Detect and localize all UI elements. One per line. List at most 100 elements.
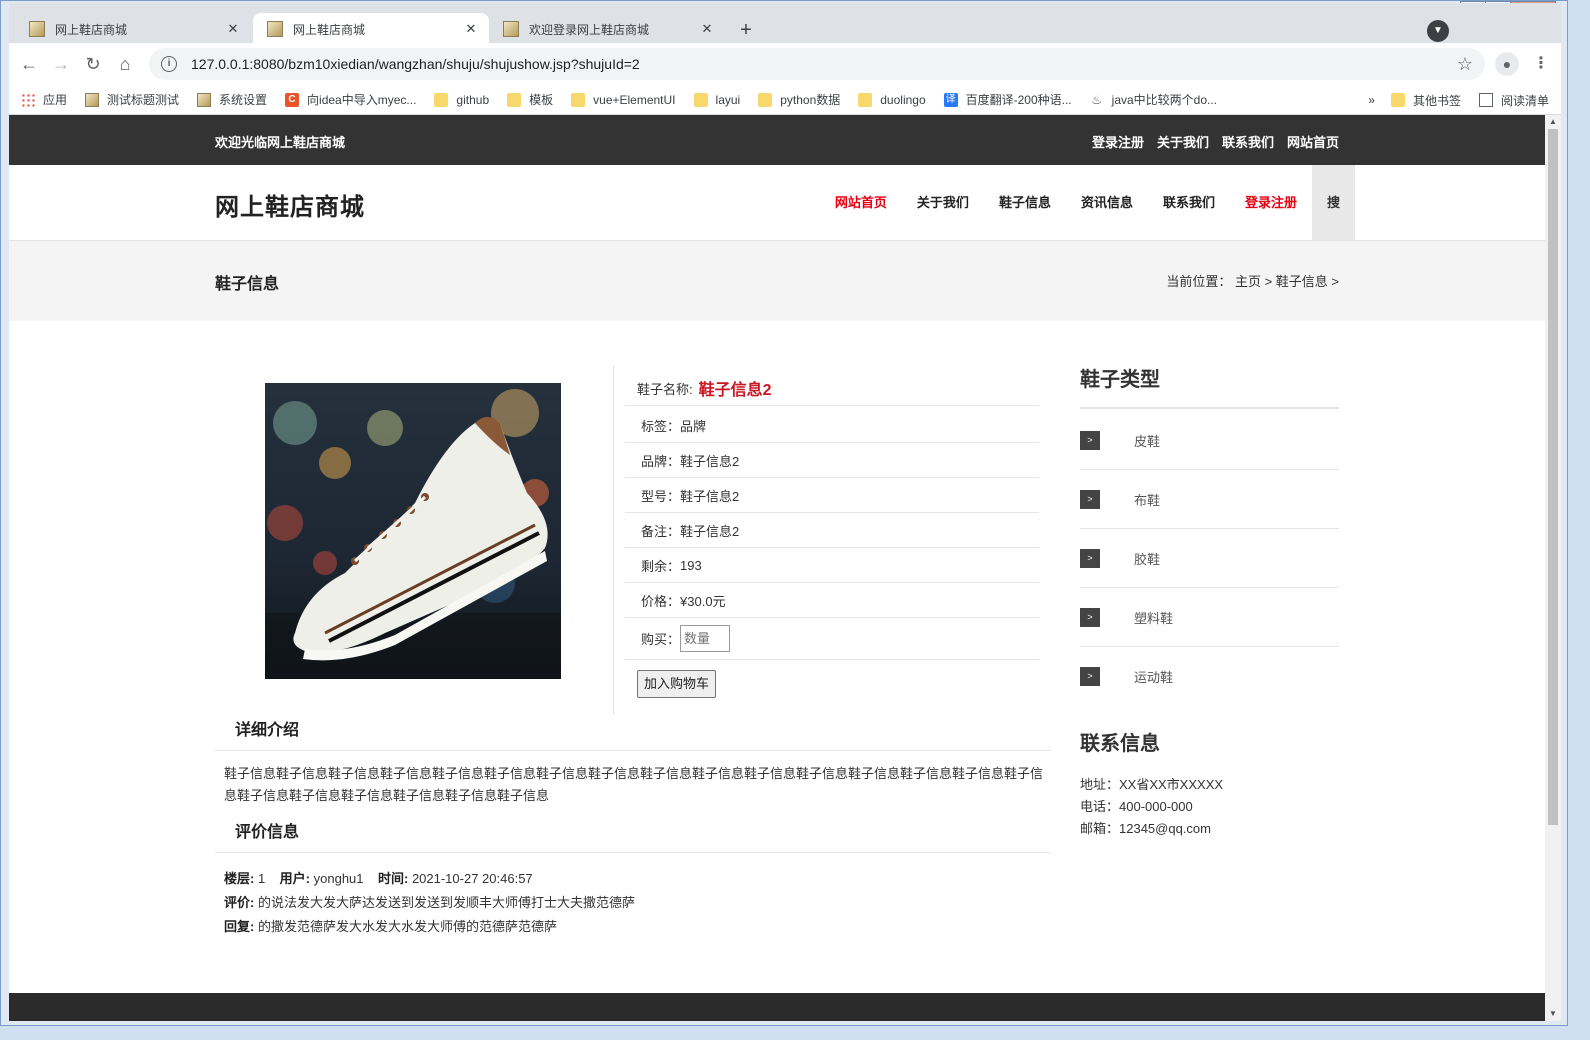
field-value: 鞋子信息2 bbox=[680, 523, 740, 539]
scroll-down-icon[interactable]: ▼ bbox=[1545, 1007, 1561, 1021]
topbar-link-contact[interactable]: 联系我们 bbox=[1222, 132, 1274, 151]
bookmarks-bar: 应用 测试标题测试 系统设置 C 向idea中导入myec... github 模… bbox=[9, 85, 1561, 115]
bookmark-item[interactable]: 测试标题测试 bbox=[85, 91, 179, 108]
bookmark-item[interactable]: 译百度翻译-200种语... bbox=[943, 91, 1072, 108]
bookmark-label: 向idea中导入myec... bbox=[307, 93, 417, 107]
bookmark-item[interactable]: python数据 bbox=[758, 91, 840, 108]
breadcrumb-path[interactable]: 主页 > 鞋子信息 > bbox=[1235, 274, 1339, 289]
bookmark-label: 阅读清单 bbox=[1500, 93, 1549, 108]
category-item[interactable]: > 运动鞋 bbox=[1080, 647, 1339, 706]
topbar-link-login[interactable]: 登录注册 bbox=[1092, 132, 1144, 151]
quantity-input[interactable] bbox=[680, 625, 731, 652]
folder-icon bbox=[571, 92, 586, 107]
product-image bbox=[265, 383, 561, 679]
forward-arrow-icon[interactable]: → bbox=[49, 52, 73, 76]
tab-title: 网上鞋店商城 bbox=[293, 22, 366, 37]
browser-window: — ▢ ✕ 网上鞋店商城 ✕ 网上鞋店商城 ✕ 欢迎登录网上鞋店商城 ✕ + ▼… bbox=[0, 0, 1568, 1026]
close-icon[interactable]: ✕ bbox=[225, 21, 241, 37]
category-label: 皮鞋 bbox=[1134, 433, 1161, 449]
field-value: 鞋子信息2 bbox=[680, 453, 740, 469]
close-icon[interactable]: ✕ bbox=[463, 21, 479, 37]
bookmark-item[interactable]: layui bbox=[693, 92, 740, 107]
buy-label: 购买： bbox=[641, 632, 681, 647]
breadcrumb: 当前位置： 主页 > 鞋子信息 > bbox=[1166, 271, 1339, 290]
nav-item-login[interactable]: 登录注册 bbox=[1230, 165, 1312, 240]
profile-avatar-icon[interactable]: ● bbox=[1495, 52, 1519, 76]
other-bookmarks-folder[interactable]: 其他书签 bbox=[1390, 92, 1461, 109]
home-icon[interactable]: ⌂ bbox=[113, 52, 137, 76]
review-user: yonghu1 bbox=[313, 871, 364, 886]
bookmark-item[interactable]: vue+ElementUI bbox=[571, 92, 676, 107]
folder-icon bbox=[858, 92, 873, 107]
nav-item-news[interactable]: 资讯信息 bbox=[1066, 165, 1148, 240]
category-item[interactable]: > 胶鞋 bbox=[1080, 529, 1339, 588]
bookmark-item[interactable]: 应用 bbox=[21, 91, 67, 108]
product-divider bbox=[613, 365, 614, 715]
category-item[interactable]: > 皮鞋 bbox=[1080, 411, 1339, 470]
url-text: 127.0.0.1:8080/bzm10xiedian/wangzhan/shu… bbox=[191, 56, 640, 72]
tab-1[interactable]: 网上鞋店商城 ✕ bbox=[15, 13, 251, 45]
tab-strip: 网上鞋店商城 ✕ 网上鞋店商城 ✕ 欢迎登录网上鞋店商城 ✕ + ▼ bbox=[9, 3, 1561, 45]
product-field-row: 剩余： 193 bbox=[625, 548, 1039, 583]
topbar-link-about[interactable]: 关于我们 bbox=[1157, 132, 1209, 151]
nav-item-about[interactable]: 关于我们 bbox=[902, 165, 984, 240]
review-comment-label: 评价: bbox=[224, 895, 255, 910]
category-item[interactable]: > 布鞋 bbox=[1080, 470, 1339, 529]
folder-icon bbox=[758, 92, 773, 107]
category-item[interactable]: > 塑料鞋 bbox=[1080, 588, 1339, 647]
tab-2[interactable]: 网上鞋店商城 ✕ bbox=[253, 13, 489, 45]
address-bar[interactable]: i 127.0.0.1:8080/bzm10xiedian/wangzhan/s… bbox=[149, 48, 1485, 80]
bookmarks-overflow-button[interactable]: » bbox=[1368, 93, 1375, 107]
field-value: 鞋子信息2 bbox=[680, 488, 740, 504]
topbar-link-home[interactable]: 网站首页 bbox=[1287, 132, 1339, 151]
reading-list-button[interactable]: 阅读清单 bbox=[1478, 92, 1549, 109]
back-arrow-icon[interactable]: ← bbox=[17, 52, 41, 76]
page-scrollbar[interactable]: ▲ ▼ bbox=[1545, 115, 1561, 1021]
nav-item-shoes[interactable]: 鞋子信息 bbox=[984, 165, 1066, 240]
add-to-cart-button[interactable]: 加入购物车 bbox=[637, 670, 717, 698]
search-button[interactable]: 搜 bbox=[1312, 165, 1355, 240]
field-label: 品牌： bbox=[641, 453, 681, 469]
bookmarks-right: » 其他书签 阅读清单 bbox=[1368, 85, 1549, 115]
field-label: 剩余： bbox=[641, 558, 681, 574]
field-label: 价格： bbox=[641, 593, 681, 609]
scroll-up-icon[interactable]: ▲ bbox=[1545, 115, 1561, 129]
bookmark-item[interactable]: ♨ java中比较两个do... bbox=[1090, 91, 1217, 108]
product-field-row: 备注： 鞋子信息2 bbox=[625, 513, 1039, 548]
product-field-row: 标签： 品牌 bbox=[625, 408, 1039, 443]
site-topbar: 欢迎光临网上鞋店商城 登录注册 关于我们 联系我们 网站首页 bbox=[9, 115, 1545, 165]
bookmark-item[interactable]: 模板 bbox=[507, 91, 553, 108]
page-favicon-icon bbox=[29, 21, 45, 37]
tab-3[interactable]: 欢迎登录网上鞋店商城 ✕ bbox=[489, 13, 725, 45]
page-viewport: 欢迎光临网上鞋店商城 登录注册 关于我们 联系我们 网站首页 网上鞋店商城 网站… bbox=[9, 115, 1545, 1021]
nav-item-home[interactable]: 网站首页 bbox=[820, 165, 902, 240]
scrollbar-thumb[interactable] bbox=[1548, 129, 1558, 825]
page-favicon-icon bbox=[267, 21, 283, 37]
new-tab-button[interactable]: + bbox=[733, 18, 759, 44]
product-field-row: 价格： ¥30.0元 bbox=[625, 583, 1039, 618]
bookmark-label: 测试标题测试 bbox=[107, 93, 180, 107]
bookmark-star-icon[interactable]: ☆ bbox=[1457, 54, 1473, 75]
review-time: 2021-10-27 20:46:57 bbox=[411, 871, 533, 886]
site-logo[interactable]: 网上鞋店商城 bbox=[215, 187, 365, 222]
site-info-icon[interactable]: i bbox=[161, 56, 177, 72]
page-title: 鞋子信息 bbox=[215, 276, 280, 293]
browser-menu-icon[interactable]: ⋮ bbox=[1533, 52, 1549, 76]
bookmark-item[interactable]: C 向idea中导入myec... bbox=[285, 91, 416, 108]
buy-row: 购买： bbox=[625, 618, 1039, 660]
reviews-heading: 评价信息 bbox=[215, 817, 1051, 853]
category-label: 运动鞋 bbox=[1134, 670, 1174, 685]
reload-icon[interactable]: ↻ bbox=[81, 52, 105, 76]
bookmark-label: 应用 bbox=[43, 93, 68, 107]
tab-search-icon[interactable]: ▼ bbox=[1427, 20, 1449, 42]
product-name-label: 鞋子名称: bbox=[637, 381, 693, 397]
bookmark-item[interactable]: 系统设置 bbox=[197, 91, 267, 108]
review-meta: 楼层: 1 用户: yonghu1 时间: 2021-10-27 20:46:5… bbox=[224, 868, 533, 887]
close-icon[interactable]: ✕ bbox=[699, 21, 715, 37]
nav-item-contact[interactable]: 联系我们 bbox=[1148, 165, 1230, 240]
bookmark-item[interactable]: github bbox=[434, 92, 489, 107]
translate-icon: 译 bbox=[943, 92, 958, 107]
bookmark-item[interactable]: duolingo bbox=[858, 92, 926, 107]
review-floor: 1 bbox=[257, 871, 266, 886]
tab-title: 网上鞋店商城 bbox=[55, 22, 128, 37]
